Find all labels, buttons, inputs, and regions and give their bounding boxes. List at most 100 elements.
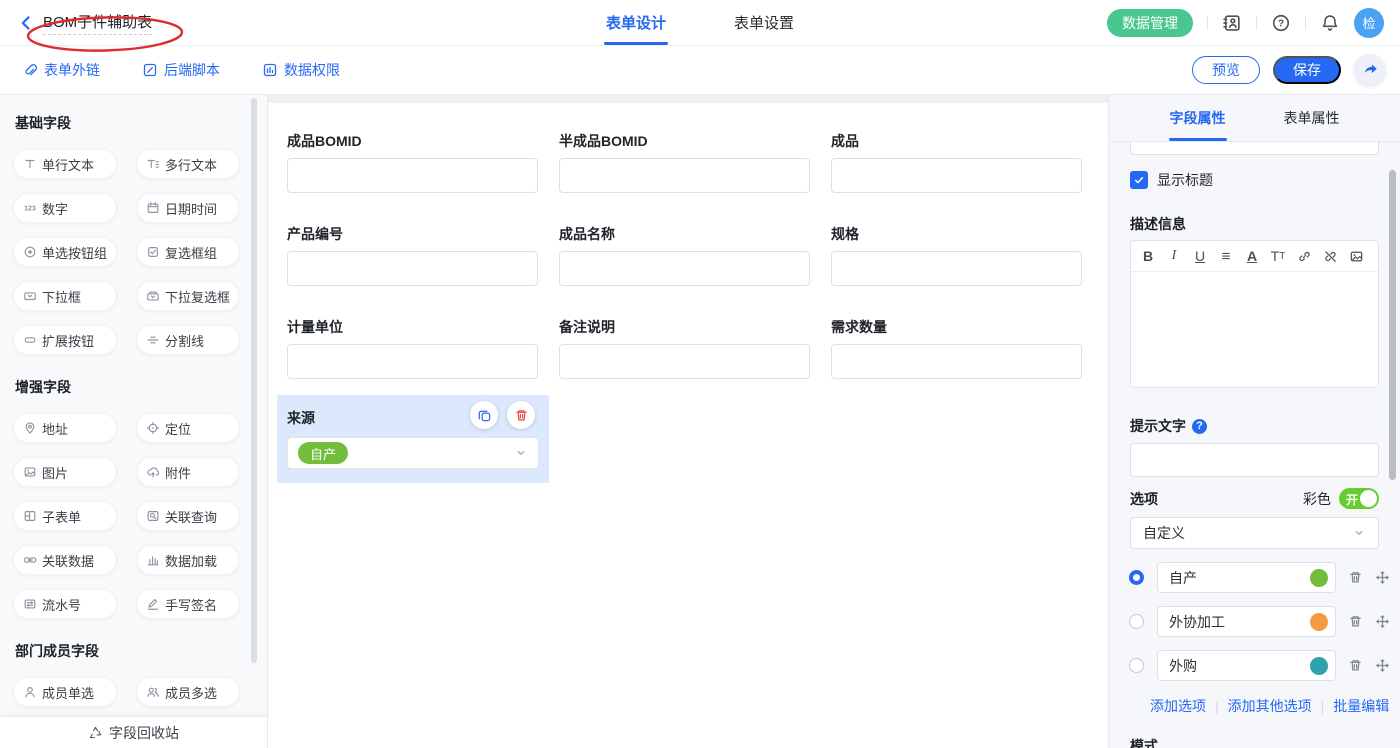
option-radio-selected[interactable] xyxy=(1129,570,1144,585)
source-select[interactable]: 自产 xyxy=(287,437,539,469)
delete-option-icon[interactable] xyxy=(1348,614,1363,629)
option-source-select[interactable]: 自定义 xyxy=(1130,517,1379,549)
form-card[interactable]: 成品BOMID 半成品BOMID 成品 产品编号 成品名称 规格 计量单位 备注… xyxy=(268,103,1108,748)
palette-item-data-load[interactable]: 数据加载 xyxy=(136,545,240,575)
text-input[interactable] xyxy=(559,158,810,193)
palette-item-related-query[interactable]: 关联查询 xyxy=(136,501,240,531)
palette-item-extend-button[interactable]: 扩展按钮 xyxy=(13,325,117,355)
address-book-icon[interactable] xyxy=(1222,13,1242,33)
data-permission-link[interactable]: 数据权限 xyxy=(262,60,340,80)
palette-item-multi-dropdown[interactable]: 下拉复选框 xyxy=(136,281,240,311)
palette-item-serial-number[interactable]: 流水号 xyxy=(13,589,117,619)
option-text-input[interactable] xyxy=(1169,614,1309,630)
field-title-input-clipped[interactable] xyxy=(1130,142,1379,155)
palette-item-dropdown[interactable]: 下拉框 xyxy=(13,281,117,311)
description-editor-body[interactable] xyxy=(1131,272,1378,388)
save-button[interactable]: 保存 xyxy=(1273,56,1341,84)
tab-field-properties[interactable]: 字段属性 xyxy=(1170,95,1226,141)
option-text-input[interactable] xyxy=(1169,570,1309,586)
back-icon[interactable] xyxy=(16,13,36,33)
text-input[interactable] xyxy=(831,251,1082,286)
option-color-swatch[interactable] xyxy=(1310,657,1328,675)
option-color-swatch[interactable] xyxy=(1310,613,1328,631)
preview-button[interactable]: 预览 xyxy=(1192,56,1260,84)
palette-item-address[interactable]: 地址 xyxy=(13,413,117,443)
palette-item-location[interactable]: 定位 xyxy=(136,413,240,443)
move-option-icon[interactable] xyxy=(1375,614,1390,629)
option-radio[interactable] xyxy=(1129,614,1144,629)
field-required-qty[interactable]: 需求数量 xyxy=(831,317,1082,379)
palette-item-checkbox-group[interactable]: 复选框组 xyxy=(136,237,240,267)
data-manage-button[interactable]: 数据管理 xyxy=(1107,9,1193,37)
text-input[interactable] xyxy=(831,344,1082,379)
field-recycle-bin[interactable]: 字段回收站 xyxy=(0,716,267,748)
option-color-swatch[interactable] xyxy=(1310,569,1328,587)
palette-item-single-text[interactable]: 单行文本 xyxy=(13,149,117,179)
palette-item-signature[interactable]: 手写签名 xyxy=(136,589,240,619)
delete-option-icon[interactable] xyxy=(1348,658,1363,673)
form-external-link[interactable]: 表单外链 xyxy=(22,60,100,80)
backend-script-link[interactable]: 后端脚本 xyxy=(142,60,220,80)
help-icon[interactable] xyxy=(1271,13,1291,33)
tab-form-settings[interactable]: 表单设置 xyxy=(732,0,796,45)
add-other-option-link[interactable]: 添加其他选项 xyxy=(1228,696,1312,716)
move-option-icon[interactable] xyxy=(1375,570,1390,585)
field-product-name[interactable]: 成品名称 xyxy=(559,224,810,286)
palette-item-member-multi[interactable]: 成员多选 xyxy=(136,677,240,707)
panel-scrollbar[interactable] xyxy=(1389,170,1396,480)
delete-option-icon[interactable] xyxy=(1348,570,1363,585)
field-unit[interactable]: 计量单位 xyxy=(287,317,538,379)
insert-link-icon[interactable] xyxy=(1291,244,1317,268)
text-input[interactable] xyxy=(287,344,538,379)
field-remark[interactable]: 备注说明 xyxy=(559,317,810,379)
palette-item-member-single[interactable]: 成员单选 xyxy=(13,677,117,707)
sidebar-scrollbar[interactable] xyxy=(251,98,257,663)
text-input[interactable] xyxy=(559,344,810,379)
add-option-link[interactable]: 添加选项 xyxy=(1150,696,1206,716)
text-input[interactable] xyxy=(287,251,538,286)
insert-image-icon[interactable] xyxy=(1343,244,1369,268)
form-title[interactable]: BOM子件辅助表 xyxy=(43,11,152,35)
font-size-icon[interactable]: TT xyxy=(1265,244,1291,268)
field-finished-product[interactable]: 成品 xyxy=(831,131,1082,193)
palette-item-related-data[interactable]: 关联数据 xyxy=(13,545,117,575)
palette-item-attachment[interactable]: 附件 xyxy=(136,457,240,487)
align-icon[interactable]: ≡ xyxy=(1213,244,1239,268)
palette-item-number[interactable]: 数字 xyxy=(13,193,117,223)
option-radio[interactable] xyxy=(1129,658,1144,673)
palette-item-divider[interactable]: 分割线 xyxy=(136,325,240,355)
italic-icon[interactable]: I xyxy=(1161,244,1187,268)
text-input[interactable] xyxy=(831,158,1082,193)
palette-item-radio-group[interactable]: 单选按钮组 xyxy=(13,237,117,267)
option-text-input[interactable] xyxy=(1169,658,1309,674)
bold-icon[interactable]: B xyxy=(1135,244,1161,268)
avatar[interactable]: 检 xyxy=(1354,8,1384,38)
field-finished-bomid[interactable]: 成品BOMID xyxy=(287,131,538,193)
hint-help-icon[interactable]: ? xyxy=(1192,419,1207,434)
font-color-icon[interactable]: A xyxy=(1239,244,1265,268)
move-option-icon[interactable] xyxy=(1375,658,1390,673)
tab-form-properties[interactable]: 表单属性 xyxy=(1284,95,1340,141)
hint-input[interactable] xyxy=(1130,443,1379,477)
underline-icon[interactable]: U xyxy=(1187,244,1213,268)
show-title-checkbox[interactable] xyxy=(1130,171,1148,189)
batch-edit-link[interactable]: 批量编辑 xyxy=(1333,696,1389,716)
text-input[interactable] xyxy=(559,251,810,286)
color-toggle[interactable]: 开 xyxy=(1339,488,1379,509)
remove-link-icon[interactable] xyxy=(1317,244,1343,268)
palette-item-datetime[interactable]: 日期时间 xyxy=(136,193,240,223)
copy-field-button[interactable] xyxy=(470,401,498,429)
bell-icon[interactable] xyxy=(1320,13,1340,33)
delete-field-button[interactable] xyxy=(507,401,535,429)
share-button[interactable] xyxy=(1354,54,1386,86)
selected-field-source[interactable]: 来源 自产 xyxy=(277,395,549,483)
field-spec[interactable]: 规格 xyxy=(831,224,1082,286)
palette-item-multi-text[interactable]: 多行文本 xyxy=(136,149,240,179)
palette-item-image[interactable]: 图片 xyxy=(13,457,117,487)
palette-item-subform[interactable]: 子表单 xyxy=(13,501,117,531)
description-editor[interactable]: B I U ≡ A TT xyxy=(1130,240,1379,388)
text-input[interactable] xyxy=(287,158,538,193)
field-product-code[interactable]: 产品编号 xyxy=(287,224,538,286)
tab-form-design[interactable]: 表单设计 xyxy=(604,0,668,45)
field-semi-finished-bomid[interactable]: 半成品BOMID xyxy=(559,131,810,193)
